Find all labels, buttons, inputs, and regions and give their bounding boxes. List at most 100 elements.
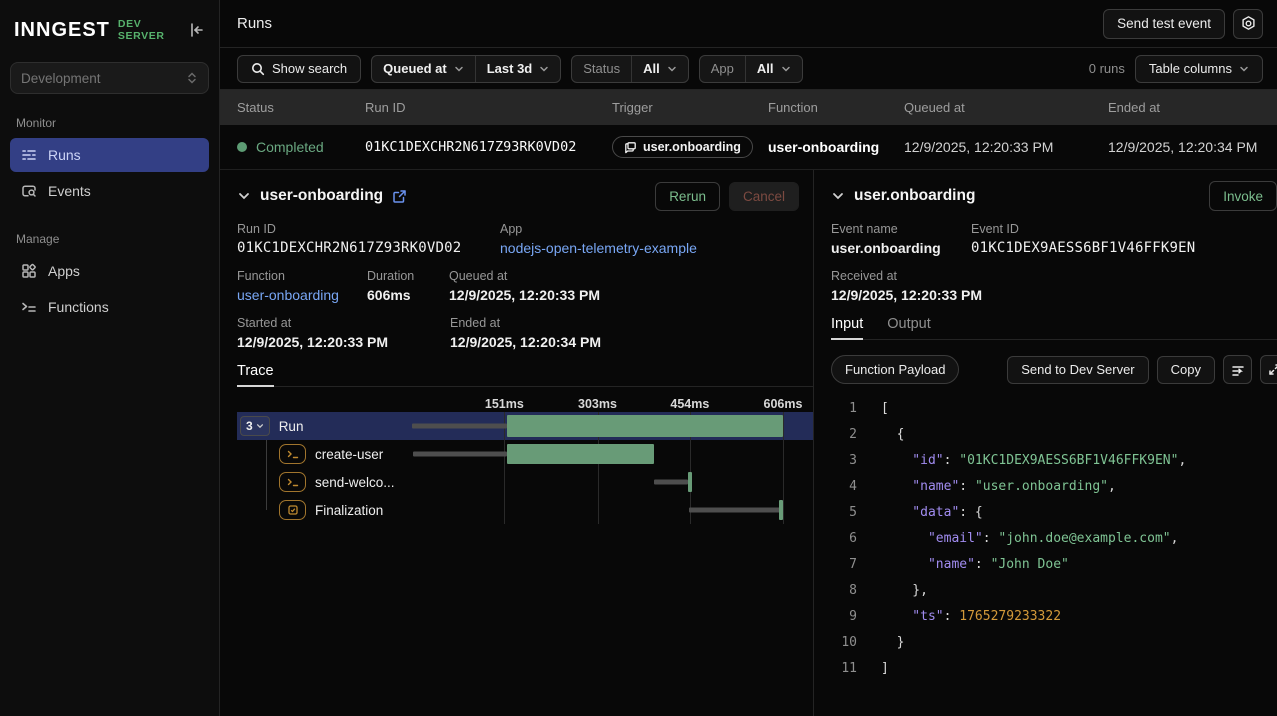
table-row[interactable]: Completed 01KC1DEXCHR2N617Z93RK0VD02 use… (220, 125, 1277, 170)
code-line: 2 { (831, 422, 1277, 448)
status-filter-value: All (643, 61, 660, 76)
chevron-down-icon (667, 64, 677, 74)
run-detail-panel: user-onboarding Rerun Cancel Run ID 01KC… (220, 170, 813, 716)
axis-tick: 151ms (485, 397, 524, 411)
received-at-label: Received at (831, 269, 1263, 283)
send-test-event-button[interactable]: Send test event (1103, 9, 1225, 39)
filter-bar: Show search Queued at Last 3d Status All (220, 48, 1277, 90)
sidebar-item-functions[interactable]: Functions (10, 290, 209, 324)
functions-list-icon (20, 298, 38, 316)
col-function: Function (768, 100, 904, 115)
trigger-pill-label: user.onboarding (643, 140, 741, 154)
ended-at-cell: 12/9/2025, 12:20:34 PM (1108, 139, 1277, 155)
app-filter-value: All (757, 61, 774, 76)
expand-icon (1268, 363, 1277, 376)
event-search-icon (20, 182, 38, 200)
trace-collapse-badge[interactable]: 3 (240, 416, 270, 436)
code-line: 1[ (831, 396, 1277, 422)
trace-row-label: send-welco... (315, 475, 395, 490)
axis-tick: 454ms (670, 397, 709, 411)
gear-icon (1240, 15, 1257, 32)
queued-at-cell: 12/9/2025, 12:20:33 PM (904, 139, 1108, 155)
collapse-sidebar-icon (187, 21, 205, 39)
trigger-pill[interactable]: user.onboarding (612, 136, 753, 158)
event-panel-tabs: Input Output (831, 316, 1277, 340)
send-to-dev-server-button[interactable]: Send to Dev Server (1007, 356, 1148, 384)
status-filter: Status All (571, 55, 688, 83)
status-filter-label-seg: Status (572, 56, 631, 82)
time-field-value: Queued at (383, 61, 447, 76)
sidebar-item-events[interactable]: Events (10, 174, 209, 208)
dev-server-badge: DEV SERVER (118, 18, 177, 42)
app-link[interactable]: nodejs-open-telemetry-example (500, 240, 799, 256)
settings-button[interactable] (1233, 9, 1263, 39)
time-filter: Queued at Last 3d (371, 55, 561, 83)
event-name-label: Event name (831, 222, 971, 236)
apps-grid-icon (20, 262, 38, 280)
wrap-text-button[interactable] (1223, 355, 1252, 384)
chevron-down-icon (454, 64, 464, 74)
event-detail-panel: user.onboarding Invoke Event name user.o… (813, 170, 1277, 716)
copy-button[interactable]: Copy (1157, 356, 1215, 384)
table-columns-button[interactable]: Table columns (1135, 55, 1263, 83)
trace-row-label: create-user (315, 447, 383, 462)
table-columns-label: Table columns (1149, 61, 1232, 76)
status-badge: Completed (256, 139, 324, 155)
collapse-sidebar-button[interactable] (185, 19, 207, 41)
rerun-button[interactable]: Rerun (655, 182, 720, 211)
code-line: 6 "email": "john.doe@example.com", (831, 526, 1277, 552)
code-line: 8 }, (831, 578, 1277, 604)
col-trigger: Trigger (612, 100, 768, 115)
payload-toolbar: Function Payload Send to Dev Server Copy (831, 355, 1277, 384)
invoke-button[interactable]: Invoke (1209, 181, 1277, 211)
wrap-text-icon (1231, 363, 1245, 377)
topbar: Runs Send test event (220, 0, 1277, 48)
trace-row-run[interactable]: 3 Run (237, 412, 813, 440)
app-filter-label: App (711, 61, 734, 76)
runs-count: 0 runs (1089, 61, 1125, 76)
cancel-button[interactable]: Cancel (729, 182, 799, 211)
time-range-value: Last 3d (487, 61, 533, 76)
expand-button[interactable] (1260, 355, 1277, 384)
function-link[interactable]: user-onboarding (237, 287, 367, 303)
step-terminal-icon (279, 444, 306, 464)
trace-row-create-user[interactable]: create-user (237, 440, 783, 468)
trace-row-label: Finalization (315, 503, 383, 518)
time-range-dropdown[interactable]: Last 3d (475, 56, 561, 82)
main-area: Runs Send test event Show search (220, 0, 1277, 716)
function-label: Function (237, 269, 367, 283)
run-id-value: 01KC1DEXCHR2N617Z93RK0VD02 (237, 240, 500, 256)
started-at-value: 12/9/2025, 12:20:33 PM (237, 334, 450, 350)
tab-output[interactable]: Output (887, 316, 931, 339)
queued-at-value: 12/9/2025, 12:20:33 PM (449, 287, 799, 303)
collapse-event-chevron-icon[interactable] (831, 189, 845, 203)
external-link-icon[interactable] (392, 189, 407, 204)
event-trigger-icon (624, 141, 637, 154)
environment-select[interactable]: Development (10, 62, 209, 94)
function-payload-button[interactable]: Function Payload (831, 355, 959, 384)
trace-row-finalization[interactable]: Finalization (237, 496, 783, 524)
tab-input[interactable]: Input (831, 316, 863, 339)
event-id-value: 01KC1DEX9AESS6BF1V46FFK9EN (971, 240, 1263, 256)
sidebar-item-apps[interactable]: Apps (10, 254, 209, 288)
payload-code-editor[interactable]: 1[2 {3 "id": "01KC1DEX9AESS6BF1V46FFK9EN… (831, 396, 1277, 682)
inngest-logo: INNGEST (14, 19, 110, 42)
app-filter-dropdown[interactable]: All (745, 56, 802, 82)
code-line: 7 "name": "John Doe" (831, 552, 1277, 578)
event-id-label: Event ID (971, 222, 1263, 236)
sidebar-item-runs[interactable]: Runs (10, 138, 209, 172)
nav-section-monitor: Monitor (16, 116, 203, 130)
run-panel-tabs: Trace (237, 363, 813, 387)
show-search-button[interactable]: Show search (237, 55, 361, 83)
tab-trace[interactable]: Trace (237, 363, 274, 386)
started-at-label: Started at (237, 316, 450, 330)
duration-label: Duration (367, 269, 449, 283)
collapse-run-chevron-icon[interactable] (237, 189, 251, 203)
environment-select-value: Development (21, 71, 101, 86)
trace-row-send-welcome[interactable]: send-welco... (237, 468, 783, 496)
status-filter-dropdown[interactable]: All (631, 56, 688, 82)
chevron-down-icon (1239, 64, 1249, 74)
sidebar-item-label: Runs (48, 147, 81, 163)
axis-tick: 303ms (578, 397, 617, 411)
time-field-dropdown[interactable]: Queued at (372, 56, 475, 82)
